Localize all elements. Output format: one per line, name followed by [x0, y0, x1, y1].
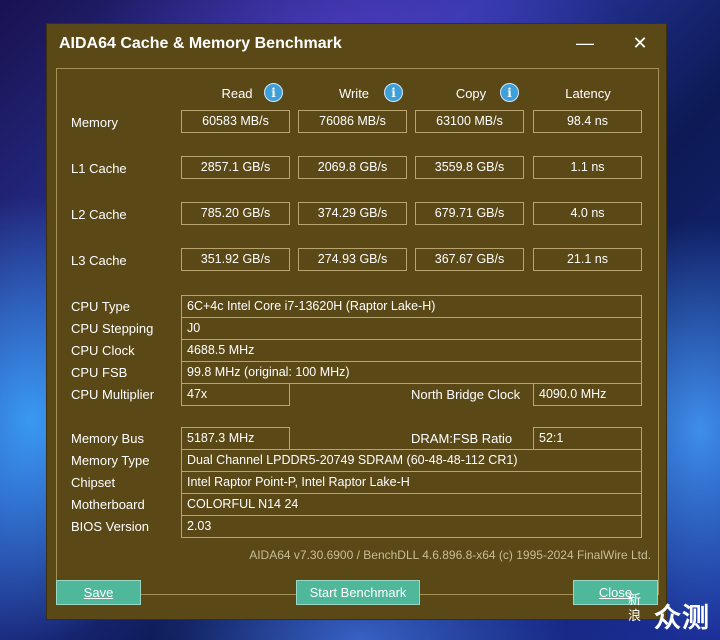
cpu-stepping-label: CPU Stepping — [71, 321, 154, 336]
close-button[interactable]: Close — [573, 580, 658, 605]
row-label-l3-cache: L3 Cache — [71, 253, 127, 268]
l3-read-value: 351.92 GB/s — [181, 248, 290, 271]
cpu-clock-value: 4688.5 MHz — [181, 339, 642, 362]
memory-write-value: 76086 MB/s — [298, 110, 407, 133]
l2-latency-value: 4.0 ns — [533, 202, 642, 225]
memory-bus-label: Memory Bus — [71, 431, 144, 446]
column-header-read: Read — [221, 86, 253, 101]
row-label-l1-cache: L1 Cache — [71, 161, 127, 176]
l1-latency-value: 1.1 ns — [533, 156, 642, 179]
memory-latency-value: 98.4 ns — [533, 110, 642, 133]
window-title: AIDA64 Cache & Memory Benchmark — [59, 35, 342, 52]
close-icon[interactable]: ✕ — [625, 30, 655, 56]
l3-copy-value: 367.67 GB/s — [415, 248, 524, 271]
l3-latency-value: 21.1 ns — [533, 248, 642, 271]
minimize-icon[interactable]: — — [570, 30, 600, 56]
cpu-multiplier-label: CPU Multiplier — [71, 387, 155, 402]
info-icon-copy[interactable]: i — [500, 83, 519, 102]
memory-type-label: Memory Type — [71, 453, 150, 468]
cpu-multiplier-value: 47x — [181, 383, 290, 406]
l1-read-value: 2857.1 GB/s — [181, 156, 290, 179]
row-label-l2-cache: L2 Cache — [71, 207, 127, 222]
memory-type-value: Dual Channel LPDDR5-20749 SDRAM (60-48-4… — [181, 449, 642, 472]
info-icon-read[interactable]: i — [264, 83, 283, 102]
memory-bus-value: 5187.3 MHz — [181, 427, 290, 450]
chipset-label: Chipset — [71, 475, 116, 490]
bios-version-value: 2.03 — [181, 515, 642, 538]
l2-write-value: 374.29 GB/s — [298, 202, 407, 225]
dram-fsb-ratio-value: 52:1 — [533, 427, 642, 450]
l3-write-value: 274.93 GB/s — [298, 248, 407, 271]
watermark-small-bottom: 浪 — [628, 609, 642, 624]
motherboard-label: Motherboard — [71, 497, 145, 512]
memory-copy-value: 63100 MB/s — [415, 110, 524, 133]
save-button-label: Save — [83, 585, 114, 600]
cpu-fsb-value: 99.8 MHz (original: 100 MHz) — [181, 361, 642, 384]
cpu-fsb-label: CPU FSB — [71, 365, 128, 380]
row-label-memory: Memory — [71, 115, 118, 130]
watermark-big: 众测 — [654, 603, 710, 634]
watermark-small-top: 新 — [628, 593, 642, 608]
cpu-type-value: 6C+4c Intel Core i7-13620H (Raptor Lake-… — [181, 295, 642, 318]
column-header-write: Write — [338, 86, 370, 101]
l2-copy-value: 679.71 GB/s — [415, 202, 524, 225]
save-button[interactable]: Save — [56, 580, 141, 605]
start-benchmark-button-label: Start Benchmark — [309, 585, 407, 600]
bios-version-label: BIOS Version — [71, 519, 150, 534]
column-header-copy: Copy — [455, 86, 487, 101]
column-header-latency: Latency — [565, 86, 611, 101]
chipset-value: Intel Raptor Point-P, Intel Raptor Lake-… — [181, 471, 642, 494]
cpu-clock-label: CPU Clock — [71, 343, 135, 358]
dram-fsb-ratio-label: DRAM:FSB Ratio — [411, 431, 513, 446]
memory-read-value: 60583 MB/s — [181, 110, 290, 133]
north-bridge-clock-label: North Bridge Clock — [411, 387, 521, 402]
cpu-type-label: CPU Type — [71, 299, 131, 314]
cpu-stepping-value: J0 — [181, 317, 642, 340]
l1-write-value: 2069.8 GB/s — [298, 156, 407, 179]
l1-copy-value: 3559.8 GB/s — [415, 156, 524, 179]
info-icon-write[interactable]: i — [384, 83, 403, 102]
version-copyright-note: AIDA64 v7.30.6900 / BenchDLL 4.6.896.8-x… — [249, 548, 651, 562]
start-benchmark-button[interactable]: Start Benchmark — [296, 580, 420, 605]
l2-read-value: 785.20 GB/s — [181, 202, 290, 225]
title-bar[interactable]: AIDA64 Cache & Memory Benchmark — ✕ — [47, 24, 666, 64]
motherboard-value: COLORFUL N14 24 — [181, 493, 642, 516]
benchmark-window: AIDA64 Cache & Memory Benchmark — ✕ Read… — [46, 23, 667, 620]
north-bridge-clock-value: 4090.0 MHz — [533, 383, 642, 406]
